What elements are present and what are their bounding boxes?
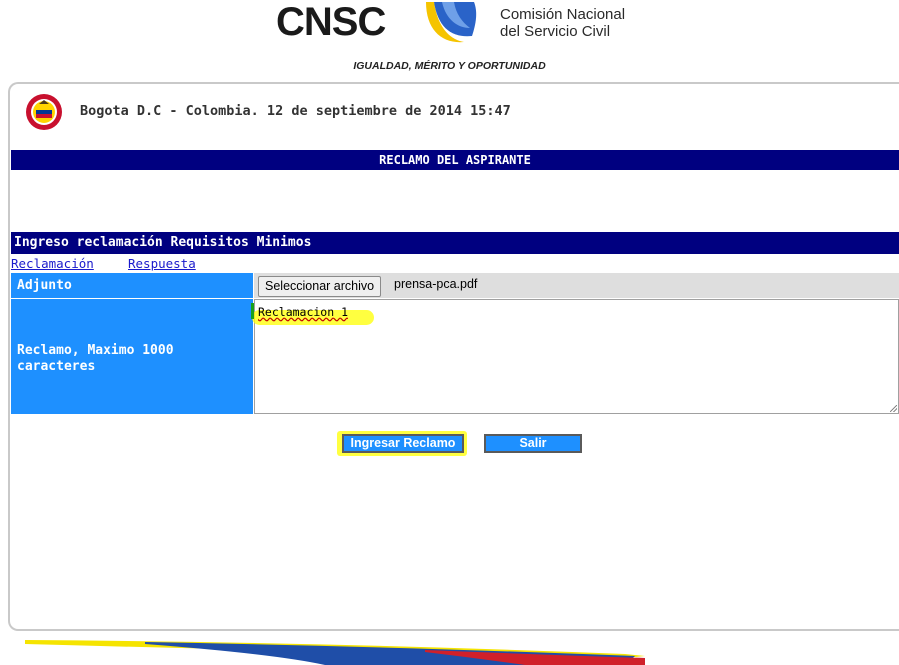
cursor-marker: [251, 303, 254, 319]
section-title: Ingreso reclamación Requisitos Minimos: [11, 232, 899, 254]
submit-claim-button[interactable]: Ingresar Reclamo: [342, 434, 464, 453]
cnsc-emblem-icon: [426, 2, 477, 43]
resize-handle-icon[interactable]: [890, 405, 897, 412]
cnsc-logo-text: CNSC: [276, 0, 386, 44]
tab-respuesta[interactable]: Respuesta: [128, 256, 196, 271]
cnsc-full-name: Comisión Nacional del Servicio Civil: [500, 6, 625, 40]
file-name: prensa-pca.pdf: [394, 277, 478, 291]
colombia-seal-icon: [26, 94, 62, 130]
select-file-button[interactable]: Seleccionar archivo: [258, 276, 382, 297]
tab-reclamacion[interactable]: Reclamación: [11, 256, 94, 271]
footer-ribbon-decoration: [25, 640, 645, 665]
cnsc-name-line2: del Servicio Civil: [500, 23, 611, 40]
page-title: RECLAMO DEL ASPIRANTE: [11, 150, 899, 170]
motto: IGUALDAD, MÉRITO Y OPORTUNIDAD: [353, 60, 546, 72]
location-date: Bogota D.C - Colombia. 12 de septiembre …: [80, 103, 511, 119]
attachment-label: Adjunto: [11, 273, 253, 298]
cnsc-name-line1: Comisión Nacional: [500, 6, 626, 23]
claim-label: Reclamo, Maximo 1000 caracteres: [11, 299, 253, 414]
exit-button[interactable]: Salir: [484, 434, 582, 453]
header: CNSC Comisión Nacional del Servicio Civi…: [0, 0, 899, 80]
file-input[interactable]: Seleccionar archivo prensa-pca.pdf: [254, 273, 899, 298]
claim-text: Reclamacion 1: [258, 305, 348, 319]
claim-text-value: Reclamacion 1: [258, 305, 349, 319]
